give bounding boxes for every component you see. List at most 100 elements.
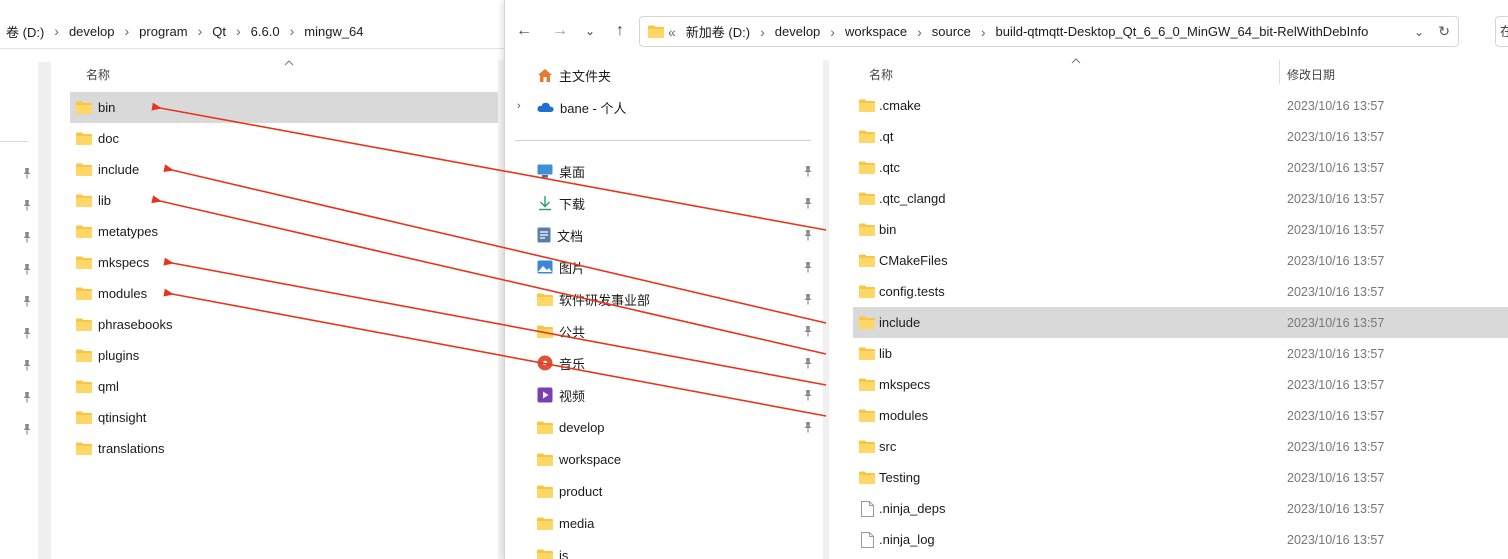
list-item[interactable]: src 2023/10/16 13:57 [853,431,1508,462]
chevron-right-icon: › [197,23,203,39]
list-item[interactable]: phrasebooks [70,309,504,340]
breadcrumb-item[interactable]: mingw_64 [298,24,369,39]
list-item[interactable]: lib [70,185,504,216]
refresh-icon[interactable]: ↻ [1438,23,1450,40]
list-item[interactable]: metatypes [70,216,504,247]
nav-item-quick[interactable]: js [537,541,568,559]
list-item[interactable]: CMakeFiles 2023/10/16 13:57 [853,245,1508,276]
nav-item-quick[interactable]: 文档 [537,221,583,249]
breadcrumb-item[interactable]: 6.6.0 [245,24,286,39]
file-name: .qtc_clangd [879,191,946,206]
list-item[interactable]: .ninja_log 2023/10/16 13:57 [853,524,1508,555]
column-header-date[interactable]: 修改日期 [1287,66,1335,83]
list-item[interactable]: modules [70,278,504,309]
breadcrumb-item[interactable]: 卷 (D:) [0,22,50,41]
left-nav-scrollbar[interactable] [38,62,51,559]
nav-item-onedrive[interactable]: bane - 个人 [537,93,626,121]
home-icon [538,68,552,82]
column-header-name[interactable]: 名称 [86,66,110,83]
chevron-down-icon[interactable]: ⌄ [1414,25,1424,39]
file-name: qtinsight [98,410,147,425]
list-item[interactable]: plugins [70,340,504,371]
breadcrumb-item[interactable]: develop [63,24,121,39]
right-explorer-window: ← → ⌄ ↑ « 新加卷 (D:) › develop › workspace › … [504,0,1508,559]
folder-icon [537,421,553,434]
chevron-right-icon: › [54,23,59,39]
nav-item-quick[interactable]: develop [537,413,605,441]
nav-item-quick[interactable]: 软件研发事业部 [537,285,650,313]
nav-item-home[interactable]: 主文件夹 [537,61,611,89]
chevron-right-icon: › [980,23,986,40]
back-button[interactable]: ← [515,22,533,40]
list-item[interactable]: bin 2023/10/16 13:57 [853,214,1508,245]
list-item[interactable]: qtinsight [70,402,504,433]
list-item[interactable]: modules 2023/10/16 13:57 [853,400,1508,431]
list-item[interactable]: config.tests 2023/10/16 13:57 [853,276,1508,307]
file-name: metatypes [98,224,158,239]
chevron-right-icon: › [289,23,295,39]
item-icon [859,99,875,112]
nav-item-quick[interactable]: 音乐 [537,349,585,377]
folder-icon [537,453,553,466]
list-item[interactable]: lib 2023/10/16 13:57 [853,338,1508,369]
folder-icon [76,163,92,176]
breadcrumb-item[interactable]: 新加卷 (D:) [680,22,756,41]
modified-date: 2023/10/16 13:57 [1287,501,1385,516]
chevron-right-icon[interactable]: › [517,100,521,112]
left-breadcrumb[interactable]: 卷 (D:) › develop › program › Qt › 6.6.0 › min… [0,14,504,48]
nav-item-quick[interactable]: workspace [537,445,621,473]
nav-item-quick[interactable]: product [537,477,602,505]
list-item[interactable]: .qtc_clangd 2023/10/16 13:57 [853,183,1508,214]
modified-date: 2023/10/16 13:57 [1287,129,1385,144]
nav-scrollbar[interactable] [823,60,829,559]
nav-item-quick[interactable]: 图片 [537,253,585,281]
file-name: lib [98,193,112,208]
music-icon [537,355,553,371]
list-item[interactable]: translations [70,433,504,464]
column-header-name[interactable]: 名称 [869,66,893,83]
list-item[interactable]: .ninja_deps 2023/10/16 13:57 [853,493,1508,524]
folder-icon [859,254,875,267]
pin-icon [23,360,31,371]
list-item[interactable]: .qt 2023/10/16 13:57 [853,121,1508,152]
address-bar[interactable]: « 新加卷 (D:) › develop › workspace › source › … [639,16,1459,47]
right-file-list: 名称 修改日期 .cmake 2023/10/16 13:57 .qt 2023/10… [853,50,1508,559]
list-item[interactable]: doc [70,123,504,154]
folder-icon [859,471,875,484]
list-item[interactable]: mkspecs 2023/10/16 13:57 [853,369,1508,400]
list-item[interactable]: include [70,154,504,185]
file-name: src [879,439,897,454]
nav-label: workspace [559,451,622,467]
breadcrumb-item[interactable]: workspace [839,24,913,39]
breadcrumb-item[interactable]: Qt [206,24,232,39]
nav-item-quick[interactable]: media [537,509,594,537]
file-name: .ninja_log [879,532,935,547]
list-item[interactable]: .cmake 2023/10/16 13:57 [853,90,1508,121]
nav-item-quick[interactable]: 桌面 [537,157,585,185]
list-item[interactable]: Testing 2023/10/16 13:57 [853,462,1508,493]
overflow-icon[interactable]: « [664,24,680,40]
pin-icon [804,294,812,305]
list-item[interactable]: bin [70,92,504,123]
divider [515,140,811,141]
breadcrumb-item[interactable]: program [133,24,193,39]
recent-locations-button[interactable]: ⌄ [581,22,599,40]
breadcrumb-item[interactable]: build-qtmqtt-Desktop_Qt_6_6_0_MinGW_64_b… [989,24,1374,39]
list-item[interactable]: mkspecs [70,247,504,278]
list-item[interactable]: include 2023/10/16 13:57 [853,307,1508,338]
nav-item-quick[interactable]: 公共 [537,317,585,345]
forward-button[interactable]: → [551,22,569,40]
search-input[interactable]: 在 [1495,16,1508,47]
folder-icon [76,318,92,331]
folder-icon [537,485,553,498]
up-button[interactable]: ↑ [611,22,629,40]
file-name: plugins [98,348,140,363]
nav-label: js [559,547,569,559]
chevron-right-icon: › [124,23,130,39]
nav-item-quick[interactable]: 视频 [537,381,585,409]
nav-item-quick[interactable]: 下载 [537,189,585,217]
breadcrumb-item[interactable]: develop [769,24,827,39]
list-item[interactable]: .qtc 2023/10/16 13:57 [853,152,1508,183]
breadcrumb-item[interactable]: source [926,24,977,39]
list-item[interactable]: qml [70,371,504,402]
